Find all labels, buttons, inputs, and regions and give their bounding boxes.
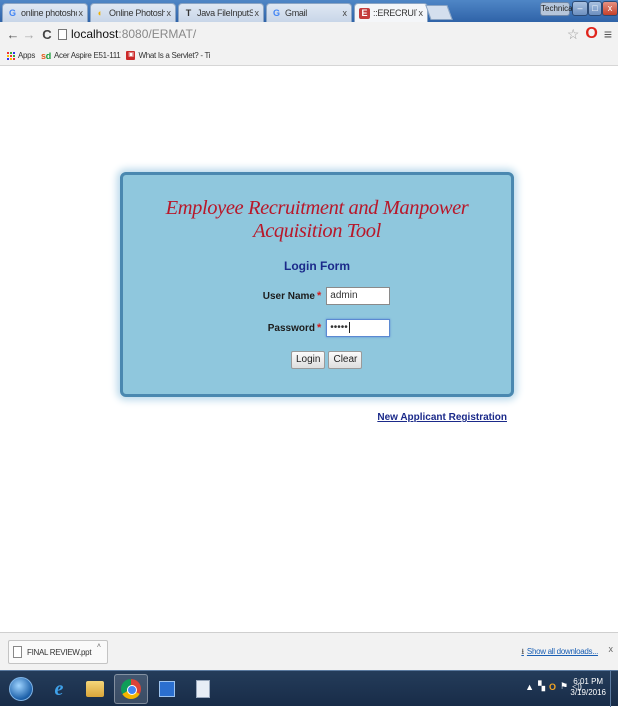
new-applicant-registration-link[interactable]: New Applicant Registration <box>377 412 507 423</box>
tab-label: Online Photoshop Free - <box>109 8 165 18</box>
tab-close-icon[interactable]: x <box>343 8 348 18</box>
bookmarks-bar: Apps sd Acer Aspire E51-111 ▣ What Is a … <box>0 46 618 66</box>
servlet-icon: ▣ <box>126 51 136 60</box>
opera-extension-icon[interactable]: O <box>585 25 597 43</box>
page-viewport: Employee Recruitment and Manpower Acquis… <box>0 67 618 632</box>
tab-online-photoshop-free[interactable]: ◐ Online Photoshop Free - x <box>90 3 176 22</box>
taskbar-internet-explorer[interactable]: e <box>42 674 76 704</box>
file-explorer-icon <box>86 681 104 697</box>
taskbar-document-app[interactable] <box>186 674 220 704</box>
bookmark-star-icon[interactable]: ☆ <box>567 26 580 43</box>
login-panel: Employee Recruitment and Manpower Acquis… <box>120 172 514 423</box>
forward-button[interactable]: → <box>22 27 36 42</box>
erecruitment-site-icon: E <box>359 7 370 19</box>
clear-button[interactable]: Clear <box>328 351 363 369</box>
text-caret <box>348 321 350 333</box>
google-icon: G <box>8 7 16 18</box>
show-desktop-button[interactable] <box>610 671 618 707</box>
taskbar-windows-app[interactable] <box>150 674 184 704</box>
password-row: Password * ••••• <box>123 319 511 337</box>
tab-online-photoshop[interactable]: G online photoshop free - ( x <box>2 3 88 22</box>
tab-close-icon[interactable]: x <box>255 8 260 18</box>
app-title: Employee Recruitment and Manpower Acquis… <box>165 197 469 242</box>
windows-taskbar: e ▲ ▚ O ⚑ ◁) 6:01 PM 3/19/2016 <box>0 670 618 707</box>
clock-time: 6:01 PM <box>573 677 604 686</box>
tutorial-site-icon: T <box>185 7 192 18</box>
tab-close-icon[interactable]: x <box>167 8 172 18</box>
download-filename: FINAL REVIEW.ppt <box>27 647 92 657</box>
tab-close-icon[interactable]: x <box>419 8 424 18</box>
username-input[interactable]: admin <box>326 287 391 305</box>
bookmark-label: Apps <box>18 51 36 60</box>
windows-start-orb-icon <box>9 677 33 701</box>
windows-app-icon <box>159 681 175 697</box>
flag-icon[interactable]: ⚑ <box>560 681 568 692</box>
network-icon[interactable]: ▚ <box>538 681 545 692</box>
reload-button[interactable]: C <box>40 27 54 42</box>
url-host: localhost <box>71 27 119 41</box>
google-icon: G <box>272 7 280 18</box>
bookmark-acer[interactable]: sd Acer Aspire E51-111 <box>41 50 121 61</box>
tab-label: online photoshop free - ( <box>21 8 77 18</box>
tray-expand-icon[interactable]: ▲ <box>525 682 534 692</box>
close-download-shelf-button[interactable]: x <box>609 644 614 654</box>
document-app-icon <box>196 680 210 698</box>
form-buttons: Login Clear <box>291 351 363 369</box>
password-input[interactable]: ••••• <box>326 319 391 337</box>
apps-grid-icon <box>6 51 15 60</box>
chrome-icon <box>121 679 141 699</box>
password-label: Password <box>267 322 315 334</box>
file-icon <box>13 646 22 658</box>
menu-icon[interactable]: ≡ <box>604 26 612 42</box>
username-label: User Name <box>262 290 315 302</box>
required-marker: * <box>317 290 322 302</box>
photoshop-site-icon: ◐ <box>97 7 104 18</box>
bookmark-label: What Is a Servlet? - Ti <box>138 51 211 60</box>
system-clock[interactable]: 6:01 PM 3/19/2016 <box>570 676 606 698</box>
clock-date: 3/19/2016 <box>570 688 606 697</box>
opera-tray-icon[interactable]: O <box>549 682 556 692</box>
back-button[interactable]: ← <box>6 27 20 42</box>
login-button[interactable]: Login <box>291 351 326 369</box>
browser-toolbar: ← → C localhost:8080/ERMAT/ ☆ O ≡ <box>0 22 618 46</box>
taskbar-file-explorer[interactable] <box>78 674 112 704</box>
taskbar-chrome[interactable] <box>114 674 148 704</box>
show-all-downloads-link[interactable]: ⭳ Show all downloads... <box>521 646 598 660</box>
profile-button[interactable]: Technical <box>540 2 574 16</box>
tab-label: Gmail <box>285 8 308 18</box>
bookmark-label: Acer Aspire E51-111 <box>53 51 121 60</box>
download-options-caret-icon[interactable]: ˄ <box>97 643 101 650</box>
browser-tab-strip: G online photoshop free - ( x ◐ Online P… <box>0 0 618 22</box>
password-mask: ••••• <box>330 322 348 333</box>
minimize-button[interactable]: – <box>572 1 588 16</box>
tab-label: ::ERECRUITMENT:: <box>373 8 417 18</box>
download-item[interactable]: FINAL REVIEW.ppt ˄ <box>8 640 108 664</box>
acer-icon: sd <box>41 50 51 61</box>
bookmark-servlet[interactable]: ▣ What Is a Servlet? - Ti <box>126 51 211 60</box>
new-tab-button[interactable] <box>425 5 453 20</box>
tab-close-icon[interactable]: x <box>79 8 84 18</box>
close-window-button[interactable]: x <box>602 1 618 16</box>
maximize-button[interactable]: □ <box>588 1 602 16</box>
start-button[interactable] <box>4 674 38 704</box>
form-title: Login Form <box>284 259 350 273</box>
tab-java-fileinputstream[interactable]: T Java FileInputStream and x <box>178 3 264 22</box>
url-path: :8080/ERMAT/ <box>118 27 197 41</box>
download-shelf: FINAL REVIEW.ppt ˄ ⭳ Show all downloads..… <box>0 632 618 670</box>
tab-gmail[interactable]: G Gmail x <box>266 3 352 22</box>
bookmark-apps[interactable]: Apps <box>6 51 35 60</box>
page-info-icon[interactable] <box>58 28 67 40</box>
tab-label: Java FileInputStream and <box>197 8 253 18</box>
internet-explorer-icon: e <box>54 677 64 700</box>
required-marker: * <box>317 322 322 334</box>
show-all-label: Show all downloads... <box>526 647 598 656</box>
download-arrow-icon: ⭳ <box>521 647 524 656</box>
address-bar[interactable]: localhost:8080/ERMAT/ <box>71 27 196 41</box>
tab-erecruitment[interactable]: E ::ERECRUITMENT:: x <box>354 3 428 22</box>
username-row: User Name * admin <box>123 287 511 305</box>
